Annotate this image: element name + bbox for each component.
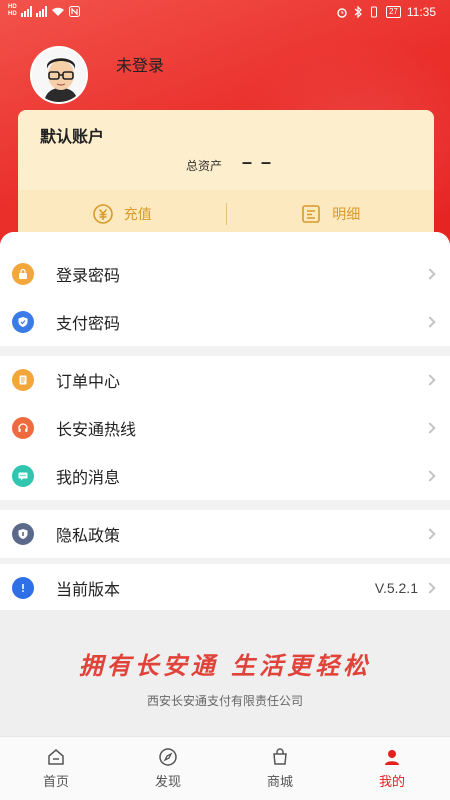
card-title: 默认账户 [40,129,105,146]
recharge-button[interactable]: 充值 [18,203,226,225]
menu-item-order-center[interactable]: 订单中心 [0,356,450,404]
chevron-right-icon [424,268,436,280]
recharge-icon [92,204,113,224]
service-group: 订单中心 长安通热线 我的消息 [0,356,450,500]
info-icon [12,577,34,599]
clock: 11:35 [406,5,436,19]
tab-label: 首页 [42,774,69,789]
battery-indicator: 27 [385,6,401,18]
menu-item-login-password[interactable]: 登录密码 [0,250,450,298]
bottom-tab-bar: 首页 发现 商城 我的 [0,736,450,800]
details-label: 明细 [332,206,361,222]
menu-item-privacy-policy[interactable]: 隐私政策 [0,510,450,558]
tab-label: 发现 [154,774,181,789]
recharge-label: 充值 [123,206,152,222]
menu-item-messages[interactable]: 我的消息 [0,452,450,500]
privacy-group: 隐私政策 [0,510,450,558]
tab-shop[interactable]: 商城 [224,737,336,800]
total-assets-label: 总资产 [186,159,223,173]
message-icon [12,465,34,487]
order-icon [12,369,34,391]
shop-icon [273,748,287,765]
menu-item-label: 登录密码 [56,268,121,285]
menu-item-label: 隐私政策 [56,528,121,545]
status-right: 27 11:35 [336,5,436,19]
hd-label-2: HD [8,11,17,17]
alarm-icon [337,8,347,18]
signal-icon-2 [35,5,47,17]
lock-icon [12,263,34,285]
compass-icon [159,748,177,766]
privacy-shield-icon [12,523,34,545]
hd-label-1: HD [8,4,17,10]
version-value: V.5.2.1 [374,580,418,596]
menu-item-label: 我的消息 [56,470,121,487]
menu-item-payment-password[interactable]: 支付密码 [0,298,450,346]
vibrate-icon [370,6,377,18]
home-icon [48,749,64,765]
user-icon [385,750,399,765]
nfc-icon [68,5,80,17]
status-bar: HD HD 27 11:35 [0,0,450,26]
menu-item-current-version[interactable]: 当前版本 V.5.2.1 [0,564,450,612]
version-group: 当前版本 V.5.2.1 [0,564,450,612]
tab-label: 商城 [266,774,293,789]
hd-indicator: HD HD [8,4,17,18]
chevron-right-icon [424,582,436,594]
signal-icon [20,5,32,17]
chevron-right-icon [424,316,436,328]
chevron-right-icon [424,470,436,482]
menu-item-label: 当前版本 [56,582,121,599]
avatar[interactable] [30,46,88,104]
tab-home[interactable]: 首页 [0,737,112,800]
status-left: HD HD [8,4,80,18]
slogan-text: 拥有长安通 生活更轻松 [78,651,372,680]
menu-item-label: 订单中心 [56,374,121,391]
details-icon [302,205,321,223]
settings-panel: 登录密码 支付密码 订单中心 长安通热线 我的消息 隐私政策 当前版本 V.5.… [0,232,450,800]
headset-icon [12,417,34,439]
account-card: 默认账户 总资产 – – 充值 明细 [18,110,434,238]
menu-item-label: 长安通热线 [56,422,137,439]
login-status[interactable]: 未登录 [116,52,164,76]
slogan-area: 拥有长安通 生活更轻松 西安长安通支付有限责任公司 [0,610,450,738]
menu-item-label: 支付密码 [56,316,121,333]
total-assets-value: – – [242,152,274,172]
tab-label: 我的 [378,774,405,789]
details-button[interactable]: 明细 [227,203,435,225]
bluetooth-icon [354,6,362,18]
menu-item-hotline[interactable]: 长安通热线 [0,404,450,452]
card-actions: 充值 明细 [18,190,434,238]
security-group: 登录密码 支付密码 [0,232,450,346]
chevron-right-icon [424,528,436,540]
shield-icon [12,311,34,333]
chevron-right-icon [424,422,436,434]
tab-discover[interactable]: 发现 [112,737,224,800]
tab-mine[interactable]: 我的 [336,737,448,800]
chevron-right-icon [424,374,436,386]
wifi-icon [51,7,64,16]
company-name: 西安长安通支付有限责任公司 [146,694,303,708]
